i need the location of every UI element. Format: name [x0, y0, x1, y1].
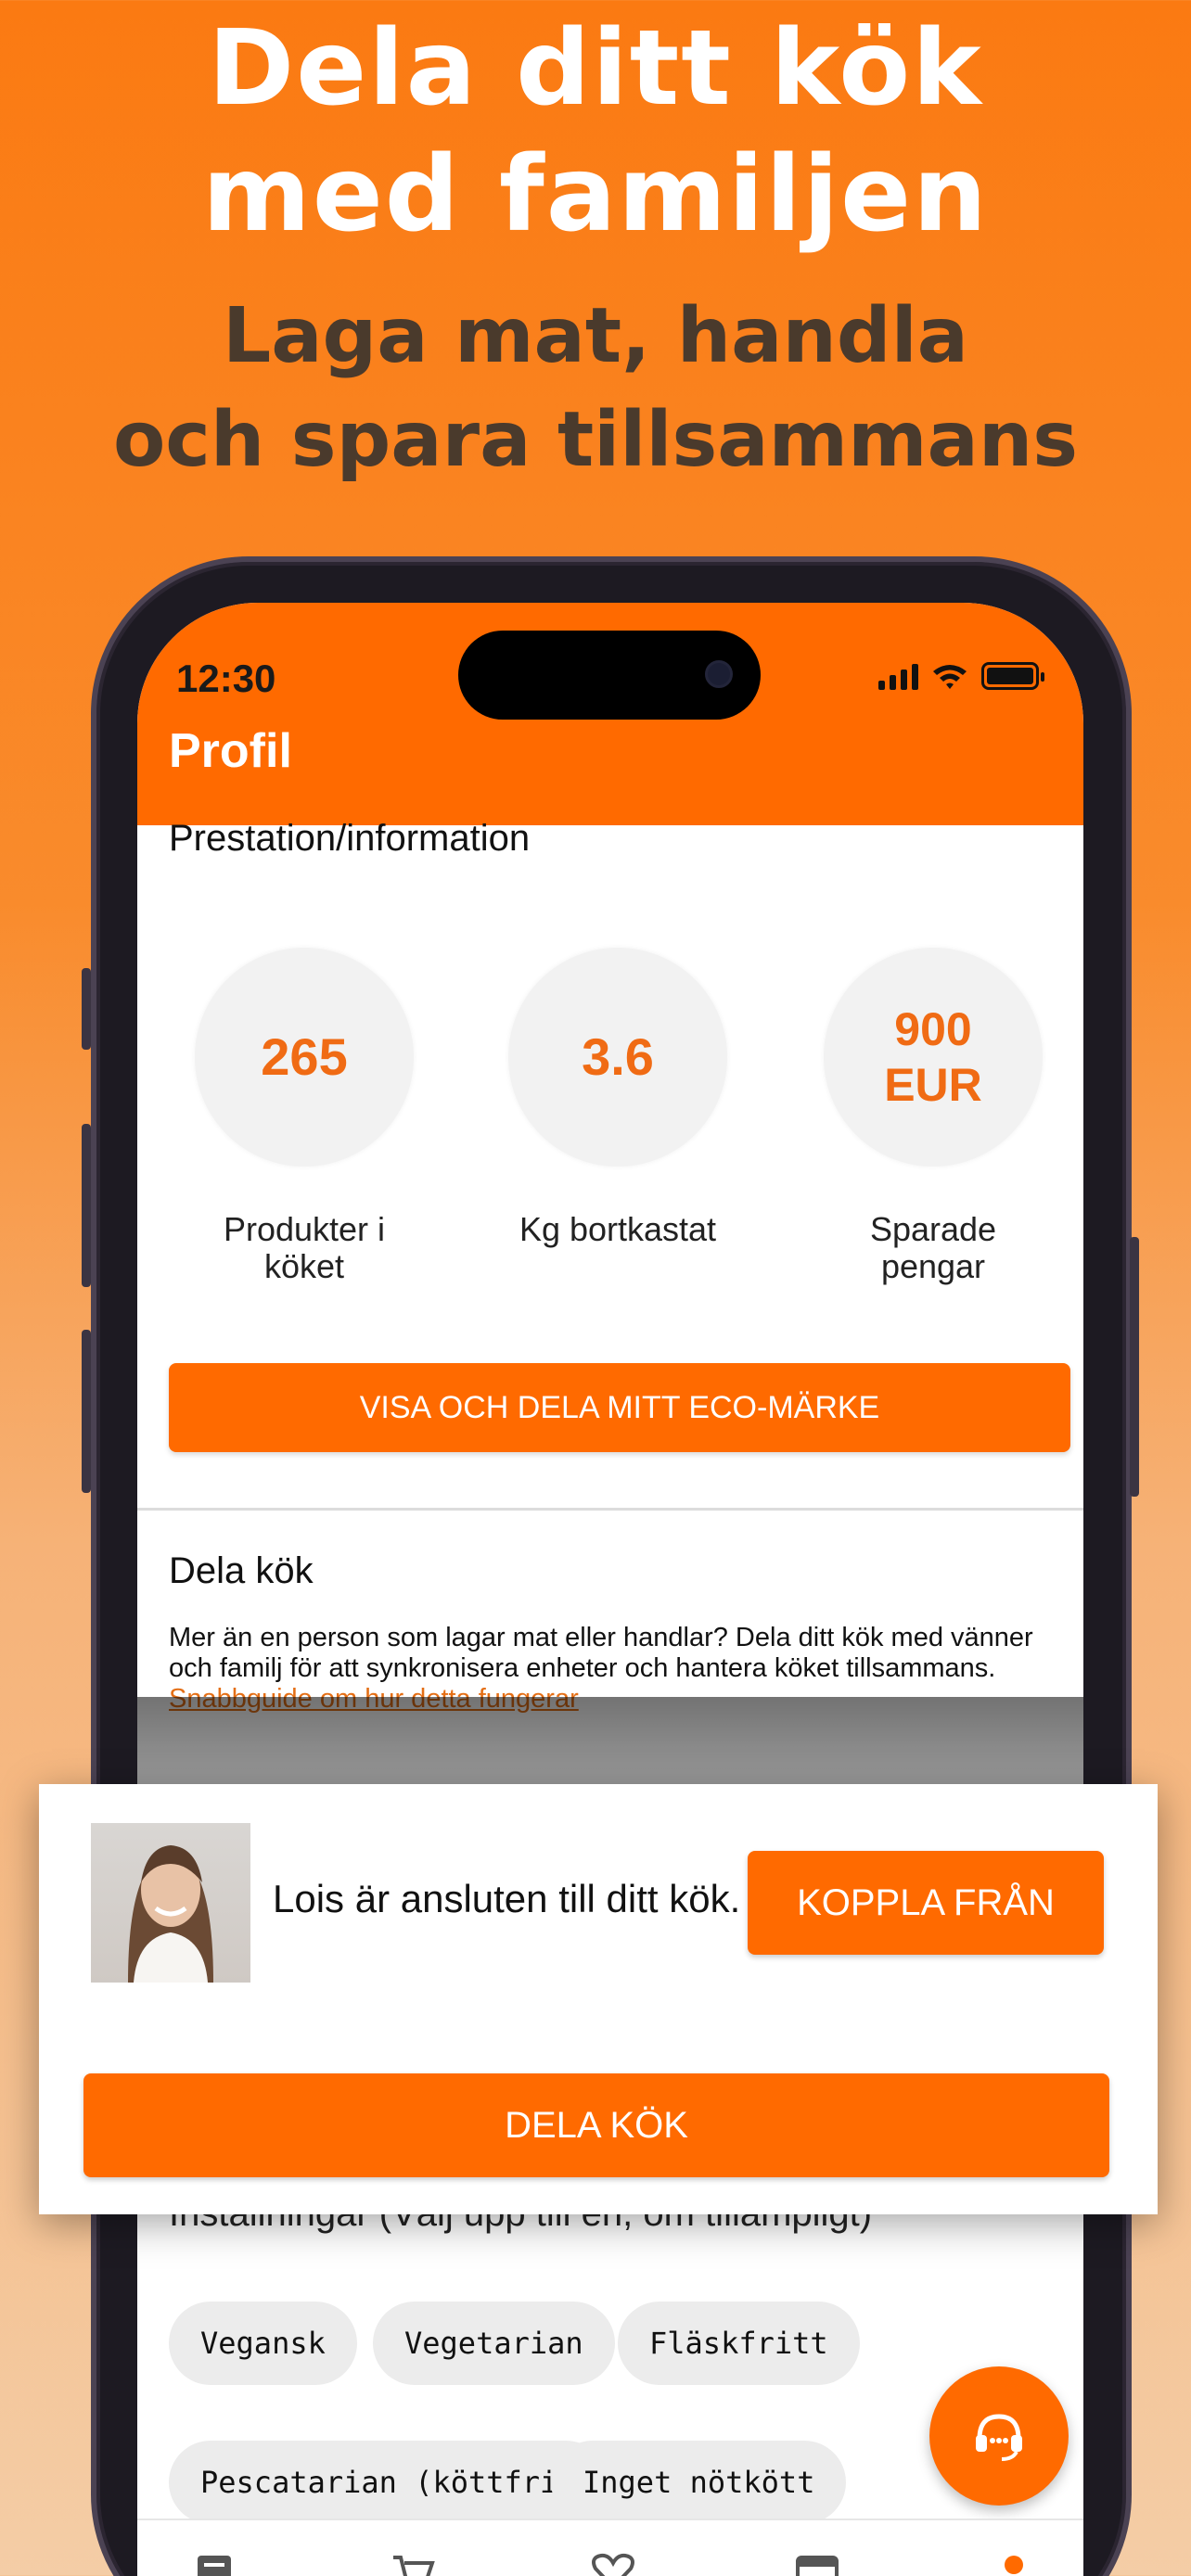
stat-savings-label: Sparade pengar: [869, 1210, 997, 1285]
chip-vegetarian[interactable]: Vegetarian: [373, 2302, 615, 2385]
section-divider: [137, 1508, 1083, 1511]
bottom-navigation: [137, 2519, 1083, 2576]
wifi-icon: [933, 665, 967, 689]
promo-headline: Dela ditt kök med familjen: [0, 6, 1191, 258]
phone-mute-switch: [82, 968, 91, 1050]
signal-icon: [878, 664, 918, 690]
share-kitchen-button[interactable]: DELA KÖK: [83, 2073, 1109, 2177]
member-connected-text: Lois är ansluten till ditt kök.: [273, 1877, 741, 1920]
headset-icon: [976, 2414, 1022, 2461]
stat-savings-value: 900 EUR: [824, 948, 1043, 1167]
headline-line-2: med familjen: [202, 134, 989, 255]
headline-line-1: Dela ditt kök: [208, 8, 983, 129]
camera-icon: [705, 660, 733, 688]
disconnect-button[interactable]: KOPPLA FRÅN: [748, 1851, 1104, 1955]
status-icons: [878, 662, 1044, 690]
support-button[interactable]: [929, 2366, 1069, 2506]
chip-pork-free[interactable]: Fläskfritt: [618, 2302, 860, 2385]
phone-volume-up: [82, 1124, 91, 1287]
stat-waste-value: 3.6: [508, 948, 727, 1167]
stat-waste-label: Kg bortkastat: [519, 1210, 717, 1248]
stat-products-value: 265: [195, 948, 414, 1167]
phone-volume-down: [82, 1330, 91, 1493]
phone-screen: 12:30 Profil Prestation/information 265 …: [137, 603, 1083, 2576]
inventory-icon[interactable]: [193, 2552, 239, 2576]
promo-subline: Laga mat, handla och spara tillsammans: [0, 285, 1191, 492]
shared-kitchen-dialog: Lois är ansluten till ditt kök. KOPPLA F…: [39, 1784, 1158, 2214]
phone-power-button: [1130, 1237, 1139, 1497]
profile-dot-icon[interactable]: [991, 2552, 1037, 2576]
page-title: Profil: [169, 724, 292, 778]
cart-icon[interactable]: [390, 2552, 436, 2576]
dynamic-island: [458, 631, 761, 720]
share-kitchen-title: Dela kök: [169, 1550, 314, 1591]
stat-products-label: Produkter i köket: [223, 1210, 386, 1285]
chip-vegan[interactable]: Vegansk: [169, 2302, 357, 2385]
subline-line-2: och spara tillsammans: [112, 396, 1079, 484]
calendar-icon[interactable]: [794, 2552, 840, 2576]
heart-icon[interactable]: [590, 2552, 636, 2576]
member-avatar: [91, 1823, 250, 1983]
battery-icon: [981, 662, 1044, 690]
subline-line-1: Laga mat, handla: [222, 292, 969, 380]
achievements-title: Prestation/information: [169, 818, 531, 859]
eco-badge-button[interactable]: VISA OCH DELA MITT ECO-MÄRKE: [169, 1363, 1070, 1452]
status-time: 12:30: [176, 657, 276, 700]
chip-no-beef[interactable]: Inget nötkött: [551, 2441, 847, 2524]
chip-pescatarian[interactable]: Pescatarian (köttfri): [169, 2441, 608, 2524]
